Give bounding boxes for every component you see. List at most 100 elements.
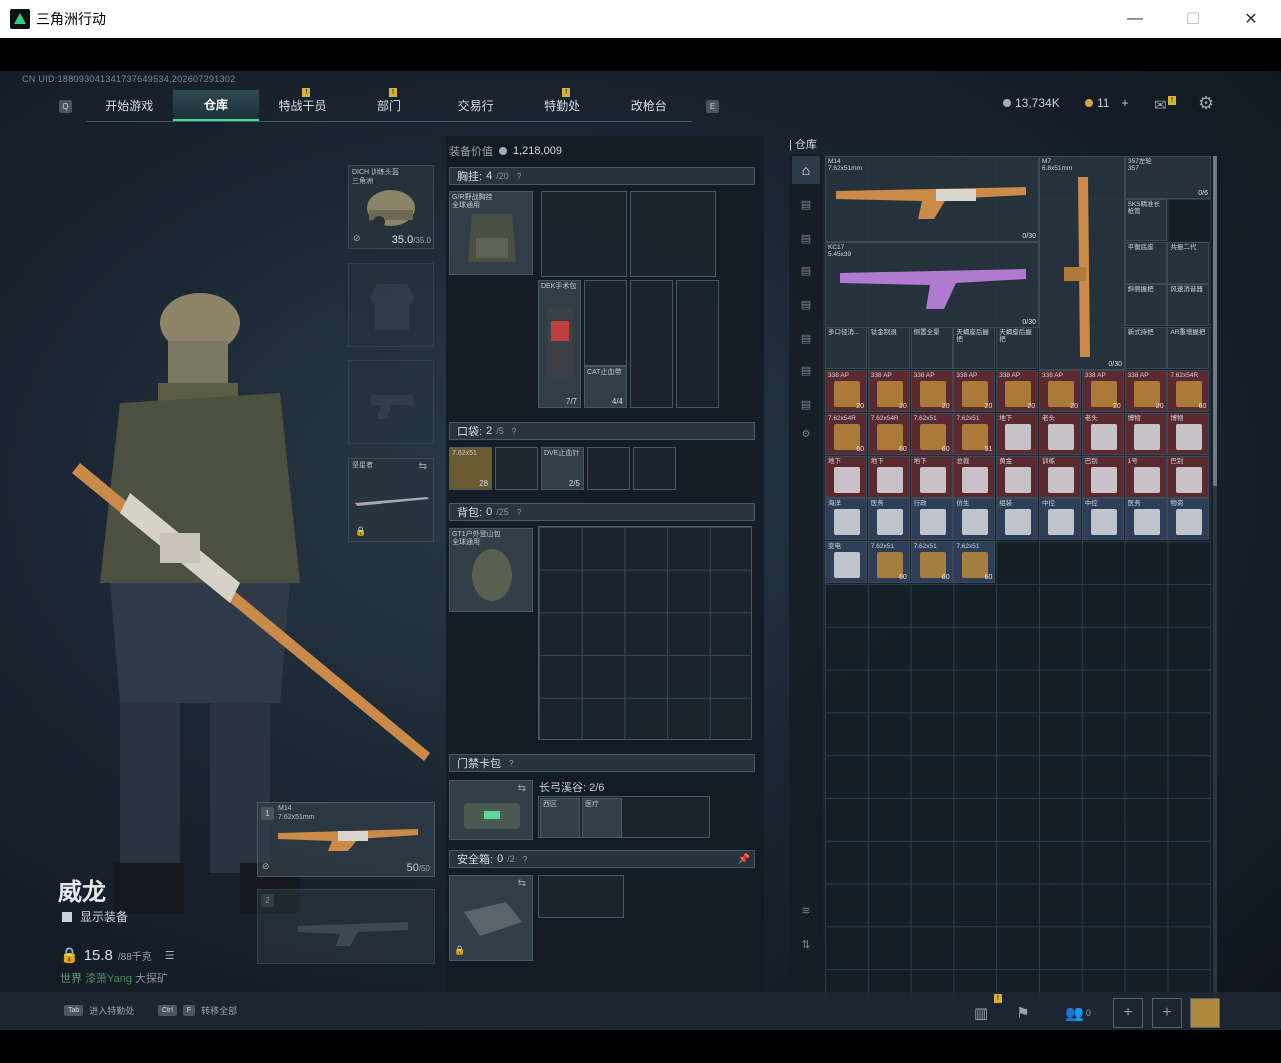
mail-icon[interactable]: ✉ bbox=[1154, 96, 1167, 114]
warehouse-tab-8[interactable]: ▤ bbox=[792, 324, 820, 352]
nav-tab-4[interactable]: 交易行 bbox=[432, 90, 519, 121]
pocket-slot-2[interactable] bbox=[495, 447, 538, 490]
warehouse-item[interactable]: 7.62x51 51 bbox=[953, 412, 996, 455]
warehouse-item[interactable]: 黄金 bbox=[996, 455, 1039, 498]
attachment-item[interactable]: 天蝎座后握把 bbox=[996, 327, 1039, 370]
warehouse-item[interactable]: 7.62x54R 60 bbox=[825, 412, 867, 455]
attachment-item[interactable]: 斜侧握把 bbox=[1124, 284, 1167, 327]
stats-icon[interactable]: ▥ bbox=[966, 998, 996, 1028]
warehouse-item[interactable]: 338 AP 20 bbox=[1124, 370, 1167, 412]
pocket-item-ammo[interactable]: 7.62x51 28 bbox=[449, 447, 492, 490]
attachment-item[interactable]: 侧置全景 bbox=[910, 327, 953, 370]
invite-slot-1[interactable]: + bbox=[1113, 998, 1143, 1028]
nav-tab-5[interactable]: 特勤处! bbox=[519, 88, 606, 121]
silver-currency[interactable]: 13,734K bbox=[1003, 96, 1060, 110]
warehouse-item[interactable]: 地下 bbox=[996, 412, 1039, 455]
attachment-item[interactable]: 平衡底座 bbox=[1124, 241, 1167, 284]
pin-icon[interactable]: 📌 bbox=[738, 854, 750, 865]
warehouse-item[interactable]: 组装 bbox=[996, 498, 1039, 541]
attachment-item[interactable]: 风速消音器 bbox=[1167, 284, 1210, 327]
warehouse-item[interactable]: 1号 bbox=[1124, 455, 1167, 498]
weight-detail-icon[interactable]: ☰ bbox=[165, 949, 175, 962]
chest-grid-2[interactable] bbox=[630, 191, 716, 277]
warehouse-item[interactable]: 中控 bbox=[1039, 498, 1081, 541]
warehouse-item-m14[interactable]: M14 7.62x51mm 0/30 bbox=[825, 156, 1039, 242]
attachment-item[interactable]: SKS精准长枪管 bbox=[1124, 198, 1167, 241]
transfer-all-button[interactable]: Ctrl F 转移全部 bbox=[158, 1004, 237, 1017]
chest-grid-4[interactable] bbox=[630, 280, 673, 408]
player-avatar[interactable] bbox=[1190, 998, 1220, 1028]
warehouse-item[interactable]: 338 AP 20 bbox=[996, 370, 1039, 412]
nav-tab-3[interactable]: 部门! bbox=[346, 88, 433, 121]
attachment-item[interactable]: 新式持把 bbox=[1124, 327, 1167, 370]
warehouse-item[interactable]: 7.62x51 60 bbox=[910, 412, 953, 455]
warehouse-item[interactable]: 地下 bbox=[910, 455, 953, 498]
warehouse-item[interactable]: 巴别 bbox=[1081, 455, 1124, 498]
warehouse-tab-4[interactable]: ▤ bbox=[792, 190, 820, 218]
pocket-item-injector[interactable]: DVE止血针 2/5 bbox=[541, 447, 584, 490]
warehouse-scrollbar[interactable] bbox=[1213, 156, 1217, 1002]
warehouse-item[interactable]: 7.62x54R 60 bbox=[867, 412, 910, 455]
warehouse-tab-9[interactable]: ▤ bbox=[792, 356, 820, 384]
warehouse-item[interactable]: 训练 bbox=[1039, 455, 1081, 498]
minimize-button[interactable]: — bbox=[1106, 0, 1164, 38]
warehouse-item[interactable]: 地下 bbox=[867, 455, 910, 498]
warehouse-item[interactable]: 变电 bbox=[825, 541, 867, 584]
attachment-item[interactable]: 共振二代 bbox=[1167, 241, 1210, 284]
scrollbar-thumb[interactable] bbox=[1213, 156, 1217, 486]
nav-next-key[interactable]: E bbox=[706, 100, 719, 113]
flag-icon[interactable]: ⚑ bbox=[1008, 998, 1038, 1028]
warehouse-item[interactable]: 老头 bbox=[1081, 412, 1124, 455]
warehouse-item[interactable]: 总裁 bbox=[953, 455, 996, 498]
warehouse-tab-7[interactable]: ▤ bbox=[792, 290, 820, 318]
nav-tab-6[interactable]: 改枪台 bbox=[605, 90, 692, 121]
warehouse-item-revolver[interactable]: 357左轮 357 0/6 bbox=[1125, 156, 1211, 199]
warehouse-item[interactable]: 博物 bbox=[1167, 412, 1210, 455]
warehouse-item[interactable]: 7.62x51 60 bbox=[910, 541, 953, 584]
warehouse-item[interactable]: 338 AP 20 bbox=[910, 370, 953, 412]
settings-gear-icon[interactable]: ⚙ bbox=[1198, 93, 1214, 114]
add-currency-button[interactable]: + bbox=[1121, 96, 1128, 110]
warehouse-item[interactable]: 338 AP 20 bbox=[953, 370, 996, 412]
gold-currency[interactable]: 11 + bbox=[1085, 96, 1128, 110]
warehouse-item[interactable]: 老头 bbox=[1039, 412, 1081, 455]
warehouse-item[interactable]: 行政 bbox=[910, 498, 953, 541]
help-icon[interactable]: ? bbox=[509, 759, 513, 768]
attachment-item[interactable]: AR重增握把 bbox=[1167, 327, 1210, 370]
pocket-slot-5[interactable] bbox=[633, 447, 676, 490]
warehouse-item[interactable]: 地下 bbox=[825, 455, 867, 498]
warehouse-item[interactable]: 仿生 bbox=[953, 498, 996, 541]
pocket-slot-4[interactable] bbox=[587, 447, 630, 490]
warehouse-tab-10[interactable]: ▤ bbox=[792, 390, 820, 418]
attachment-item[interactable]: 钛金制退 bbox=[867, 327, 910, 370]
maximize-button[interactable]: ☐ bbox=[1164, 0, 1222, 38]
help-icon[interactable]: ? bbox=[517, 172, 521, 181]
warehouse-tab-5[interactable]: ▤ bbox=[792, 224, 820, 252]
warehouse-item[interactable]: 7.62x51 60 bbox=[867, 541, 910, 584]
warehouse-tab-settings-icon[interactable]: ⚙ bbox=[792, 420, 820, 448]
backpack-grid[interactable] bbox=[538, 526, 752, 740]
nav-tab-1[interactable]: 仓库 bbox=[172, 90, 260, 121]
warehouse-layers-icon[interactable]: ≋ bbox=[792, 896, 820, 924]
warehouse-item-kc17[interactable]: KC17 5.45x39 0/30 bbox=[825, 242, 1039, 328]
warehouse-item[interactable]: 巴别 bbox=[1167, 455, 1210, 498]
chest-item-surgery-kit[interactable]: DEK手术包 7/7 bbox=[538, 280, 581, 408]
chat-message[interactable]: 世界 漆萧Yang 大探矿 bbox=[60, 970, 168, 986]
warehouse-item[interactable]: 338 AP 20 bbox=[825, 370, 867, 412]
nav-tab-2[interactable]: 特战干员! bbox=[259, 88, 346, 121]
secondary-weapon-slot[interactable]: 2 bbox=[257, 889, 435, 964]
show-gear-checkbox[interactable] bbox=[62, 911, 72, 922]
warehouse-item[interactable]: 医务 bbox=[867, 498, 910, 541]
chest-item-tourniquet[interactable]: CAT止血带 4/4 bbox=[584, 366, 627, 408]
close-button[interactable]: ✕ bbox=[1222, 0, 1280, 38]
warehouse-item[interactable]: 海洋 bbox=[825, 498, 867, 541]
help-icon[interactable]: ? bbox=[512, 427, 516, 436]
invite-slot-2[interactable]: + bbox=[1152, 998, 1182, 1028]
keycard-1[interactable]: 西区 bbox=[540, 798, 580, 838]
warehouse-tab-6[interactable]: ▤ bbox=[792, 256, 820, 284]
chest-grid-3[interactable] bbox=[584, 280, 627, 366]
backpack-item[interactable]: GT1户外登山包 全球通用 bbox=[449, 528, 533, 612]
warehouse-item[interactable]: 338 AP 20 bbox=[867, 370, 910, 412]
warehouse-item[interactable]: 338 AP 20 bbox=[1039, 370, 1081, 412]
primary-weapon-slot[interactable]: 1 M14 7.62x51mm ⊘ 50/50 bbox=[257, 802, 435, 877]
